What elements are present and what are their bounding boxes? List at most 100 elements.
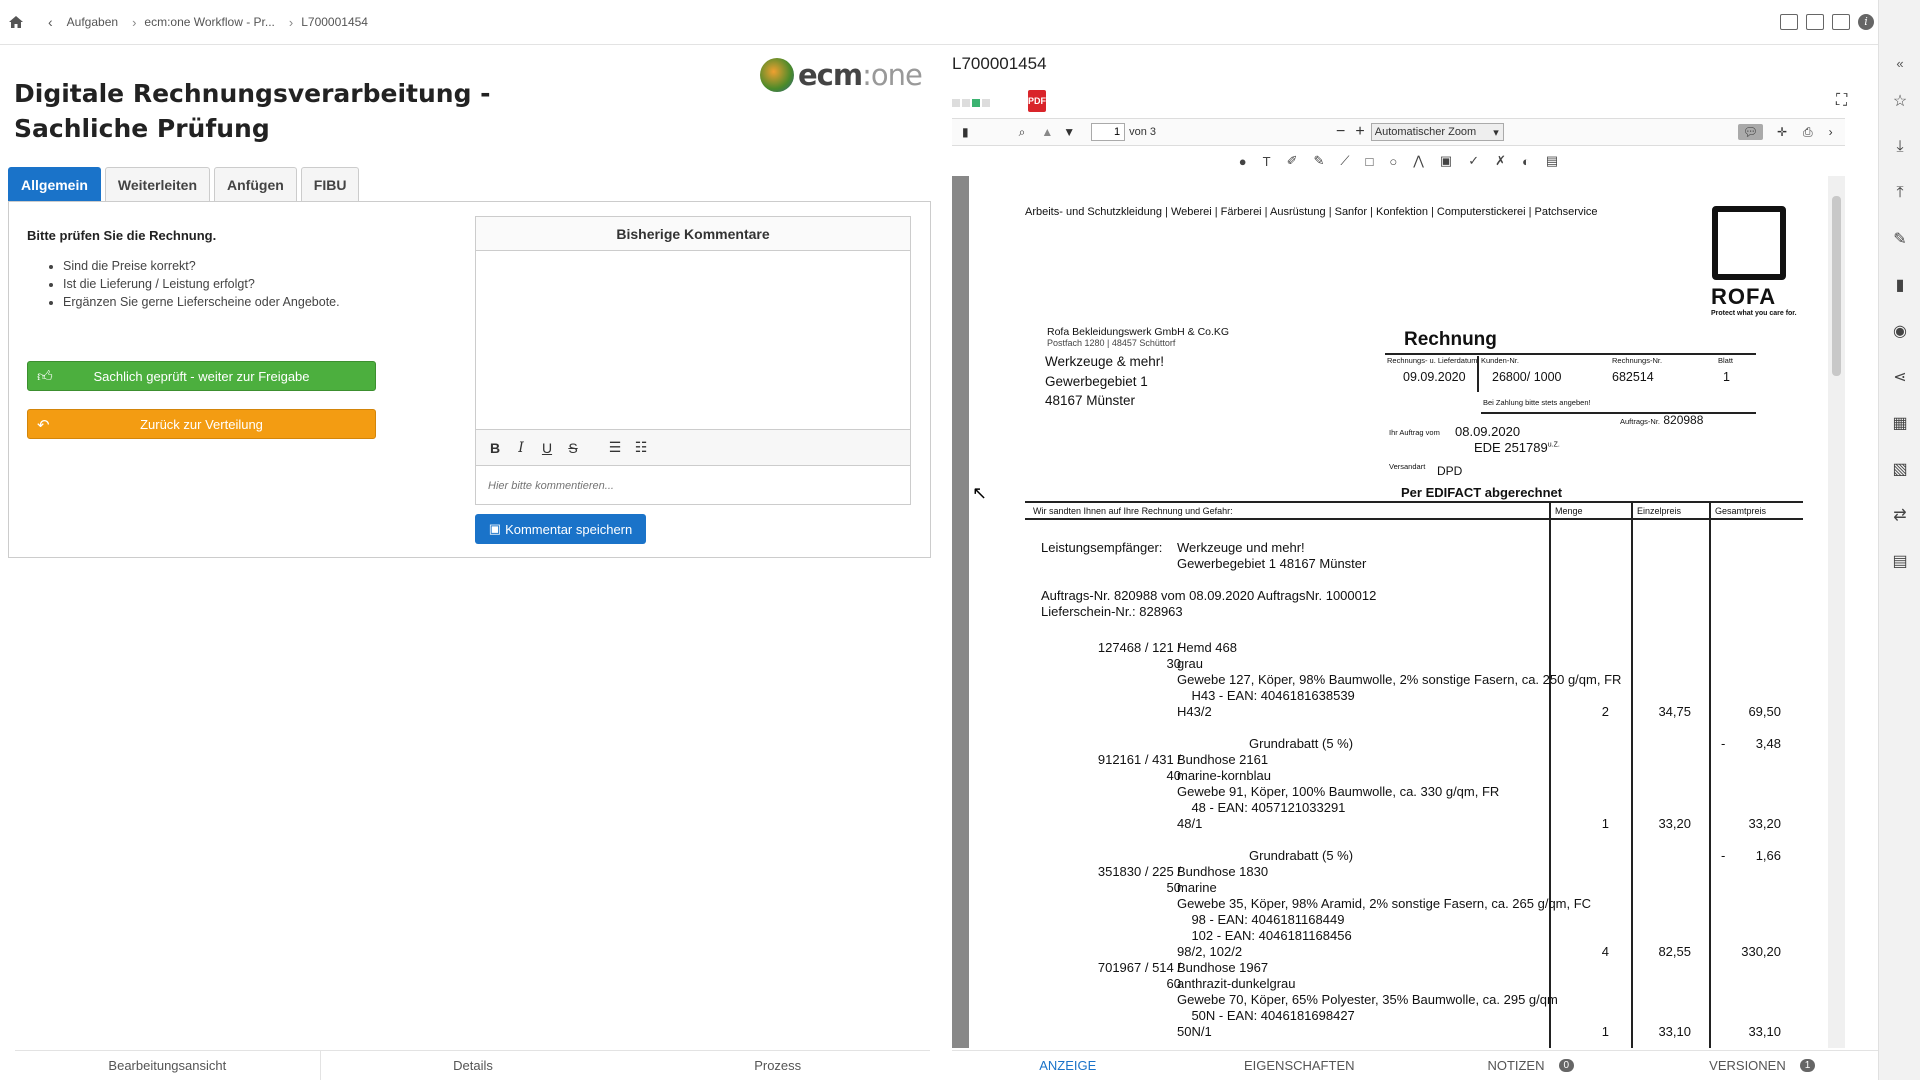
comment-toggle-icon[interactable]: 💬︎	[1737, 124, 1763, 140]
description-line: 50N/1	[1177, 1024, 1212, 1039]
info-icon[interactable]: i	[1858, 14, 1874, 30]
table-icon[interactable]: ▦	[1891, 414, 1909, 432]
back-icon[interactable]: ‹	[48, 14, 53, 30]
tab-anzeige[interactable]: ANZEIGE	[952, 1051, 1184, 1080]
pdf-scrollbar[interactable]	[1828, 176, 1845, 1048]
tab-fibu[interactable]: FIBU	[300, 167, 360, 201]
col-header-quantity: Menge	[1555, 506, 1583, 516]
ecmone-logo: ecm:one	[760, 58, 923, 92]
article-line: 127468 / 121 /	[1097, 640, 1181, 655]
zoom-label: Automatischer Zoom	[1374, 126, 1477, 138]
header-label: Blatt	[1718, 356, 1734, 365]
tab-prozess[interactable]: Prozess	[625, 1051, 930, 1080]
approve-button[interactable]: 👍︎ Sachlich geprüft - weiter zur Freigab…	[27, 361, 376, 391]
clipboard-icon[interactable]: ▤	[1891, 552, 1909, 570]
split-view-icon[interactable]	[1780, 14, 1798, 30]
eye-icon[interactable]: ◉	[1891, 322, 1909, 340]
zoom-in-icon[interactable]: +	[1355, 123, 1364, 141]
breadcrumb-label[interactable]: ecm:one Workflow - Pr...	[144, 15, 274, 29]
payment-note: Bei Zahlung bitte stets angeben!	[1483, 398, 1591, 407]
window-icon[interactable]	[1806, 14, 1824, 30]
polyline-icon[interactable]: ⋀	[1413, 153, 1424, 169]
position-description: Bundhose 2161 marine-kornblau Gewebe 91, K…	[1177, 752, 1499, 832]
description-line: H43/2	[1177, 704, 1212, 719]
instructions-heading: Bitte prüfen Sie die Rechnung.	[27, 228, 217, 243]
ede-suffix: u.Z.	[1547, 441, 1560, 449]
scrollbar-thumb[interactable]	[1832, 196, 1841, 376]
next-icon[interactable]: ›	[1829, 125, 1833, 139]
star-icon[interactable]: ☆	[1891, 92, 1909, 110]
text-icon[interactable]: T	[1263, 154, 1271, 169]
circle-icon[interactable]: ○	[1389, 154, 1397, 169]
chevron-right-icon: ›	[132, 14, 137, 30]
status-indicator	[952, 99, 990, 107]
thumbs-up-icon: 👍︎	[37, 368, 53, 385]
logo-main: ecm	[798, 58, 863, 92]
zoom-out-icon[interactable]: −	[1336, 123, 1345, 141]
next-page-icon[interactable]: ▼	[1063, 125, 1075, 139]
eraser-icon[interactable]: ◐	[1522, 154, 1530, 169]
right-bottom-tabs: ANZEIGE EIGENSCHAFTEN NOTIZEN 0 VERSIONEN…	[952, 1050, 1878, 1080]
pen-icon[interactable]: ✐	[1287, 153, 1298, 169]
tab-versionen[interactable]: VERSIONEN 1	[1647, 1051, 1879, 1080]
fullscreen-icon[interactable]: ⛶	[1836, 92, 1847, 110]
home-icon[interactable]	[8, 14, 26, 30]
breadcrumb-item-2[interactable]: › ecm:one Workflow - Pr...	[132, 15, 275, 30]
upload-icon[interactable]: ⤒	[1891, 184, 1909, 202]
highlighter-icon[interactable]: ✎	[1314, 153, 1325, 169]
top-bar: ‹ Aufgaben › ecm:one Workflow - Pr... › L7…	[0, 0, 1878, 45]
editor-toolbar: B I U S ☰ ☷	[476, 429, 910, 466]
invoice-page: Arbeits- und Schutzkleidung | Weberei | …	[969, 176, 1828, 1048]
table-intro: Wir sandten Ihnen auf Ihre Rechnung und …	[1033, 506, 1233, 516]
workflow-icon[interactable]: ⇄	[1891, 506, 1909, 524]
trash-icon[interactable]: ▮	[1891, 276, 1909, 294]
cross-icon[interactable]: ✗	[1495, 153, 1506, 169]
check-icon[interactable]: ✓	[1468, 153, 1479, 169]
back-label: Zurück zur Verteilung	[140, 416, 263, 432]
bullet-list-icon[interactable]: ☷	[634, 439, 648, 456]
rectangle-icon[interactable]: □	[1366, 154, 1374, 169]
tab-notizen[interactable]: NOTIZEN 0	[1415, 1051, 1647, 1080]
popout-icon[interactable]	[1832, 14, 1850, 30]
comment-icon[interactable]: ●	[1239, 154, 1247, 169]
description-line: Gewebe 35, Köper, 98% Aramid, 2% sonstig…	[1177, 896, 1592, 911]
save-comment-label: Kommentar speichern	[505, 521, 633, 537]
tab-details[interactable]: Details	[321, 1051, 626, 1080]
line-icon[interactable]: ⟋	[1340, 153, 1349, 169]
add-icon[interactable]: ✛	[1777, 125, 1787, 139]
print-icon[interactable]: ⎙	[1803, 125, 1813, 140]
back-to-distribution-button[interactable]: ↶ Zurück zur Verteilung	[27, 409, 376, 439]
tab-eigenschaften[interactable]: EIGENSCHAFTEN	[1184, 1051, 1416, 1080]
delivery-line: Lieferschein-Nr.: 828963	[1041, 604, 1183, 619]
prev-page-icon[interactable]: ▲	[1041, 125, 1053, 139]
unit-price: 33,20	[1658, 816, 1691, 831]
download-icon[interactable]: ⤓	[1891, 138, 1909, 156]
strikethrough-button[interactable]: S	[566, 440, 580, 456]
share-icon[interactable]: ⋖	[1891, 368, 1909, 386]
recipient-line: Gewerbegebiet 1	[1045, 373, 1148, 389]
collapse-icon[interactable]: «	[1879, 56, 1920, 71]
tab-allgemein[interactable]: Allgemein	[8, 167, 101, 201]
tab-bearbeitungsansicht[interactable]: Bearbeitungsansicht	[15, 1051, 321, 1080]
zoom-select[interactable]: Automatischer Zoom ▾	[1370, 123, 1504, 141]
italic-button[interactable]: I	[514, 440, 528, 456]
total-price: 33,10	[1748, 1024, 1781, 1039]
list-item: Ergänzen Sie gerne Lieferscheine oder An…	[63, 293, 340, 311]
breadcrumb-label[interactable]: Aufgaben	[67, 15, 118, 29]
sidebar-toggle-icon[interactable]: ▮	[962, 125, 969, 139]
underline-button[interactable]: U	[540, 440, 554, 456]
save-icon[interactable]: ▤	[1546, 153, 1558, 169]
pdf-icon[interactable]: PDF	[1028, 90, 1046, 112]
tab-anfuegen[interactable]: Anfügen	[214, 167, 297, 201]
save-comment-button[interactable]: ▣ Kommentar speichern	[475, 514, 646, 544]
page-number-input[interactable]	[1091, 123, 1126, 141]
breadcrumb-item-1[interactable]: Aufgaben	[67, 15, 118, 29]
comment-input[interactable]	[476, 467, 910, 504]
ordered-list-icon[interactable]: ☰	[608, 439, 622, 456]
image-icon[interactable]: ▧	[1891, 460, 1909, 478]
tab-weiterleiten[interactable]: Weiterleiten	[104, 167, 211, 201]
image-icon[interactable]: ▣	[1440, 153, 1452, 169]
edit-icon[interactable]: ✎	[1891, 230, 1909, 248]
search-icon[interactable]: ⌕	[1019, 125, 1026, 140]
bold-button[interactable]: B	[488, 440, 502, 456]
